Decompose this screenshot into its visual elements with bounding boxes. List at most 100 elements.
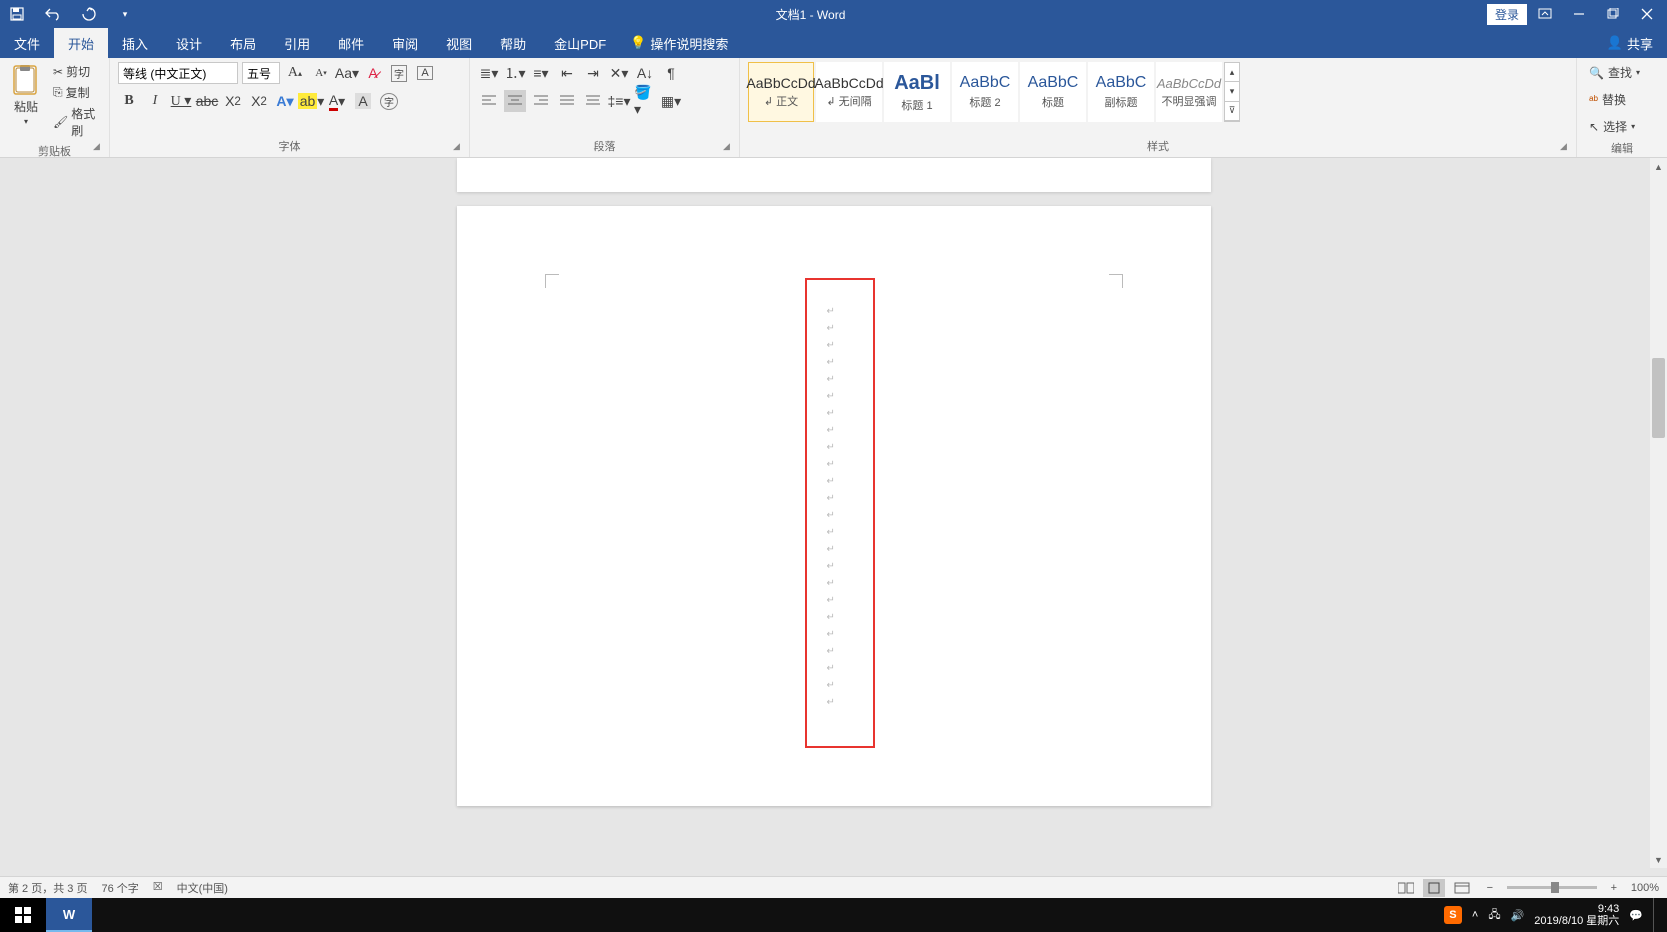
find-button[interactable]: 🔍查找▾ [1585,62,1644,83]
paragraph-dialog-launcher[interactable]: ◢ [723,141,735,153]
paste-button[interactable]: 粘贴 ▾ [8,62,44,128]
tab-layout[interactable]: 布局 [216,28,270,58]
borders-icon[interactable]: ▦▾ [660,90,682,112]
style-normal[interactable]: AaBbCcDd↲ 正文 [748,62,814,122]
strikethrough-icon[interactable]: abc [196,90,218,112]
close-icon[interactable] [1631,2,1663,26]
font-color-icon[interactable]: A▾ [326,90,348,112]
replace-button[interactable]: ᵃᵇ替换 [1585,89,1630,110]
sogou-ime-icon[interactable]: S [1444,906,1462,924]
zoom-in-icon[interactable]: + [1603,879,1625,897]
show-marks-icon[interactable]: ¶ [660,62,682,84]
qat-customize-icon[interactable]: ▾ [116,5,134,23]
language-indicator[interactable]: 中文(中国) [177,880,228,896]
web-layout-icon[interactable] [1451,879,1473,897]
font-name-input[interactable] [118,62,238,84]
style-subtle-emphasis[interactable]: AaBbCcDd不明显强调 [1156,62,1222,122]
read-mode-icon[interactable] [1395,879,1417,897]
ribbon-display-icon[interactable] [1529,2,1561,26]
phonetic-guide-icon[interactable]: 字 [388,62,410,84]
share-button[interactable]: 👤 共享 [1593,28,1667,58]
tab-references[interactable]: 引用 [270,28,324,58]
proofing-icon[interactable]: ☒ [153,880,163,896]
zoom-level[interactable]: 100% [1631,882,1659,894]
bullets-icon[interactable]: ≣▾ [478,62,500,84]
format-painter-button[interactable]: 🖌格式刷 [50,104,101,140]
maximize-icon[interactable] [1597,2,1629,26]
cut-button[interactable]: ✂剪切 [50,62,101,81]
style-subtitle[interactable]: AaBbC副标题 [1088,62,1154,122]
bold-icon[interactable]: B [118,90,140,112]
text-effects-icon[interactable]: A▾ [274,90,296,112]
decrease-indent-icon[interactable]: ⇤ [556,62,578,84]
select-button[interactable]: ↖选择▾ [1585,116,1639,137]
document-scroll[interactable]: ↵↵↵↵↵↵↵↵↵↵↵↵↵↵↵↵↵↵↵↵↵↵↵↵ [0,158,1667,868]
volume-icon[interactable]: 🔊 [1511,909,1525,922]
superscript-icon[interactable]: X2 [248,90,270,112]
undo-icon[interactable] [44,5,62,23]
login-button[interactable]: 登录 [1487,4,1527,25]
tray-chevron-icon[interactable]: ˄ [1472,909,1478,921]
highlight-icon[interactable]: ab▾ [300,90,322,112]
scroll-down-icon[interactable]: ▼ [1650,851,1667,868]
scroll-up-icon[interactable]: ▲ [1650,158,1667,175]
style-title[interactable]: AaBbC标题 [1020,62,1086,122]
tab-file[interactable]: 文件 [0,28,54,58]
style-heading2[interactable]: AaBbC标题 2 [952,62,1018,122]
grow-font-icon[interactable]: A▴ [284,62,306,84]
vertical-scrollbar[interactable]: ▲ ▼ [1650,158,1667,868]
tab-view[interactable]: 视图 [432,28,486,58]
sort-icon[interactable]: A↓ [634,62,656,84]
distributed-icon[interactable] [582,90,604,112]
print-layout-icon[interactable] [1423,879,1445,897]
styles-gallery-expand[interactable]: ▴▾⊽ [1224,62,1240,122]
notifications-icon[interactable]: 💬 [1629,909,1643,922]
change-case-icon[interactable]: Aa▾ [336,62,358,84]
align-right-icon[interactable] [530,90,552,112]
network-icon[interactable]: 🖧 [1488,906,1500,925]
italic-icon[interactable]: I [144,90,166,112]
zoom-out-icon[interactable]: − [1479,879,1501,897]
align-left-icon[interactable] [478,90,500,112]
font-size-input[interactable] [242,62,280,84]
copy-button[interactable]: ⎘复制 [50,83,101,102]
tab-review[interactable]: 审阅 [378,28,432,58]
clipboard-dialog-launcher[interactable]: ◢ [93,141,105,153]
tab-home[interactable]: 开始 [54,28,108,58]
word-count[interactable]: 76 个字 [101,880,138,896]
page-indicator[interactable]: 第 2 页，共 3 页 [8,880,87,896]
subscript-icon[interactable]: X2 [222,90,244,112]
clear-format-icon[interactable]: A̷ [362,62,384,84]
style-heading1[interactable]: AaBl标题 1 [884,62,950,122]
shading-icon[interactable]: 🪣▾ [634,90,656,112]
multilevel-icon[interactable]: ≡▾ [530,62,552,84]
tab-insert[interactable]: 插入 [108,28,162,58]
asian-layout-icon[interactable]: ✕▾ [608,62,630,84]
start-button[interactable] [0,898,46,932]
enclose-char-icon[interactable]: 字 [378,90,400,112]
show-desktop-button[interactable] [1653,898,1659,932]
minimize-icon[interactable] [1563,2,1595,26]
tell-me-search[interactable]: 💡 操作说明搜索 [620,28,738,58]
line-spacing-icon[interactable]: ‡≡▾ [608,90,630,112]
style-no-spacing[interactable]: AaBbCcDd↲ 无间隔 [816,62,882,122]
taskbar-word-icon[interactable]: W [46,898,92,932]
zoom-slider[interactable] [1507,886,1597,889]
justify-icon[interactable] [556,90,578,112]
char-shading-icon[interactable]: A [352,90,374,112]
char-border-icon[interactable]: A [414,62,436,84]
increase-indent-icon[interactable]: ⇥ [582,62,604,84]
save-icon[interactable] [8,5,26,23]
redo-icon[interactable] [80,5,98,23]
tab-design[interactable]: 设计 [162,28,216,58]
tab-help[interactable]: 帮助 [486,28,540,58]
tab-jinshan-pdf[interactable]: 金山PDF [540,28,620,58]
document-page[interactable]: ↵↵↵↵↵↵↵↵↵↵↵↵↵↵↵↵↵↵↵↵↵↵↵↵ [457,206,1211,806]
scrollbar-thumb[interactable] [1652,358,1665,438]
align-center-icon[interactable] [504,90,526,112]
font-dialog-launcher[interactable]: ◢ [453,141,465,153]
tray-clock[interactable]: 9:43 2019/8/10 星期六 [1534,903,1619,927]
numbering-icon[interactable]: ⒈▾ [504,62,526,84]
underline-icon[interactable]: U ▾ [170,90,192,112]
styles-dialog-launcher[interactable]: ◢ [1560,141,1572,153]
